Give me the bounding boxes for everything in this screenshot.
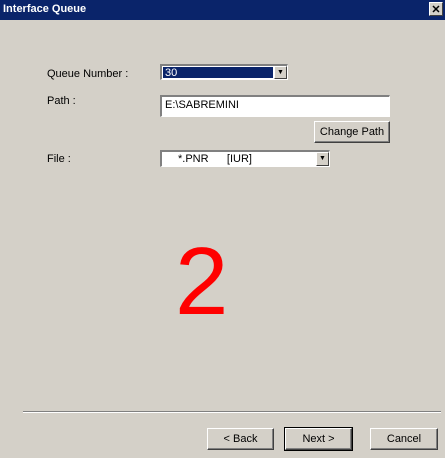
file-label: File :: [47, 153, 71, 165]
queue-number-selection: 30: [163, 67, 273, 79]
queue-number-value: 30: [165, 67, 178, 79]
chevron-down-icon[interactable]: ▼: [316, 152, 329, 166]
step-number-overlay: 2: [175, 228, 229, 335]
path-value: E:\SABREMINI: [165, 99, 239, 111]
next-button[interactable]: Next >: [284, 427, 353, 451]
file-value: *.PNR [IUR]: [178, 153, 252, 165]
chevron-down-icon[interactable]: ▼: [274, 66, 287, 79]
cancel-button[interactable]: Cancel: [370, 428, 438, 450]
footer-divider: [23, 411, 441, 413]
path-label: Path :: [47, 95, 76, 107]
queue-number-select[interactable]: 30 ▼: [160, 64, 288, 80]
change-path-button[interactable]: Change Path: [314, 121, 390, 143]
path-field[interactable]: E:\SABREMINI: [160, 95, 390, 117]
window-title: Interface Queue: [3, 3, 87, 15]
title-bar: Interface Queue ✕: [0, 0, 445, 20]
close-icon[interactable]: ✕: [429, 2, 443, 16]
queue-number-label: Queue Number :: [47, 68, 129, 80]
back-button[interactable]: < Back: [207, 428, 274, 450]
file-select[interactable]: *.PNR [IUR] ▼: [160, 150, 330, 167]
